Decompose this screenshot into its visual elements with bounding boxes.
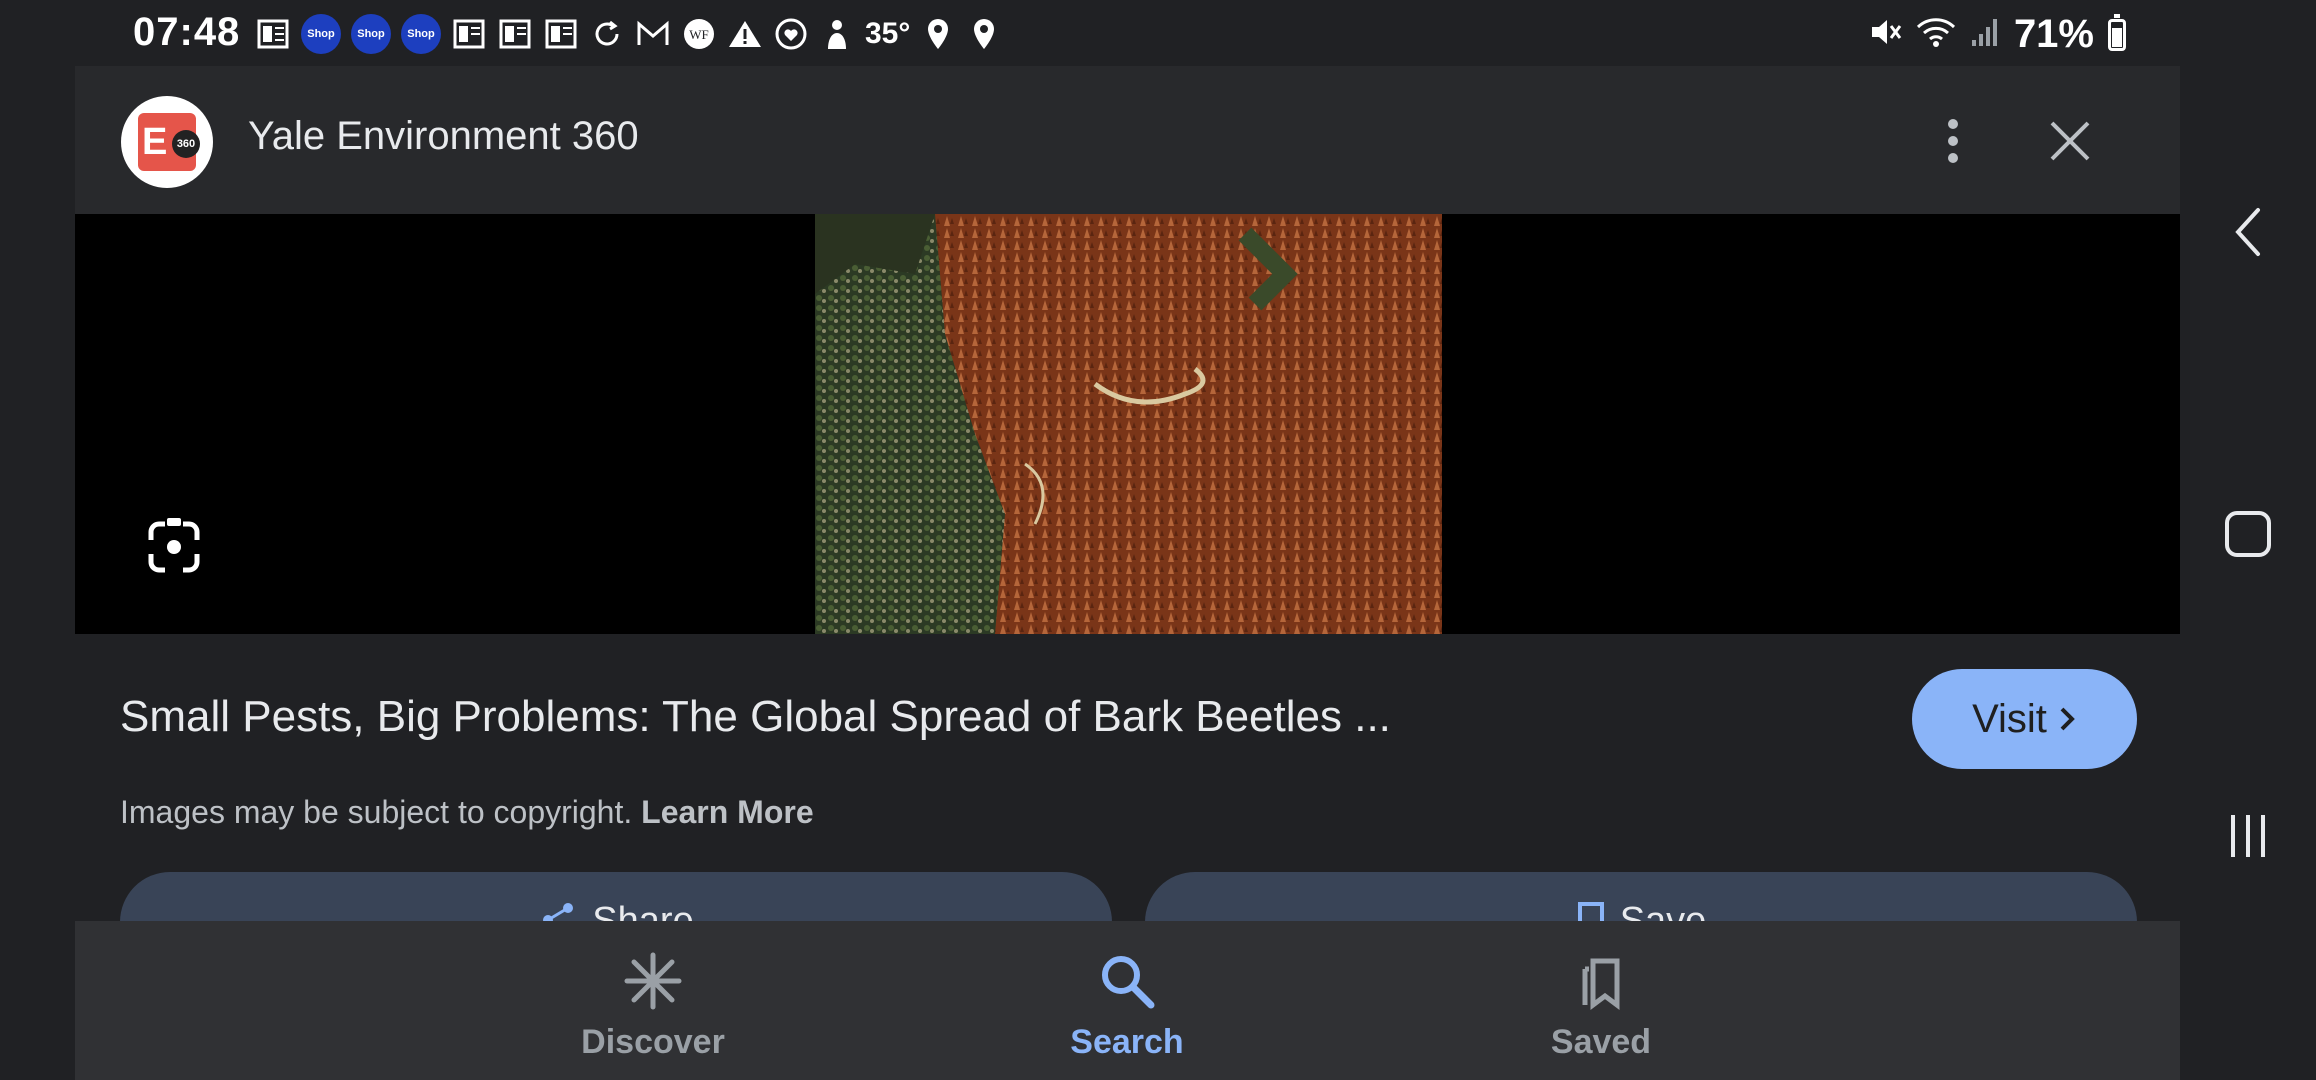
system-navigation-bar xyxy=(2180,66,2316,1080)
shop-icon: Shop xyxy=(301,14,341,54)
close-button[interactable] xyxy=(2035,106,2105,176)
result-title[interactable]: Small Pests, Big Problems: The Global Sp… xyxy=(120,692,1391,742)
visit-button[interactable]: Visit xyxy=(1912,669,2137,769)
search-label: Search xyxy=(1070,1023,1184,1061)
wifi-icon xyxy=(1916,15,1956,54)
chevron-right-icon xyxy=(2060,707,2075,731)
recents-button[interactable] xyxy=(2180,786,2316,886)
discover-label: Discover xyxy=(581,1023,725,1061)
search-icon xyxy=(1097,951,1157,1011)
location-pin-icon xyxy=(920,16,956,52)
recents-icon xyxy=(2231,815,2265,857)
preview-header: E 360 Yale Environment 360 xyxy=(75,66,2180,214)
left-margin xyxy=(0,66,75,1080)
image-preview-sheet: E 360 Yale Environment 360 Small Pests, … xyxy=(75,66,2180,1080)
wf-icon: WF xyxy=(681,16,717,52)
nav-search[interactable]: Search xyxy=(1007,921,1247,1080)
home-button[interactable] xyxy=(2180,484,2316,584)
back-chevron-icon xyxy=(2235,208,2260,256)
battery-fill xyxy=(2112,28,2122,47)
visit-label: Visit xyxy=(1972,696,2047,741)
nav-saved[interactable]: Saved xyxy=(1481,921,1721,1080)
discover-asterisk-icon xyxy=(623,951,683,1011)
bottom-navigation: Discover Search Saved xyxy=(75,921,2180,1080)
saved-label: Saved xyxy=(1550,1023,1652,1061)
status-bar: 07:48 Shop Shop Shop WF 35° 71% xyxy=(0,0,2316,66)
mute-icon xyxy=(1868,15,1902,54)
image-viewer[interactable] xyxy=(75,214,2180,634)
temperature-text: 35° xyxy=(865,17,911,50)
lens-icon xyxy=(148,518,200,573)
home-square-icon xyxy=(2225,511,2271,557)
copyright-text: Images may be subject to copyright. xyxy=(120,794,633,830)
e360-logo-icon: E 360 xyxy=(138,113,200,171)
battery-icon xyxy=(2108,13,2126,51)
news-icon xyxy=(255,16,291,52)
site-logo: E 360 xyxy=(121,96,213,188)
news-icon xyxy=(451,16,487,52)
signal-icon xyxy=(1970,16,2000,53)
back-button[interactable] xyxy=(2180,182,2316,282)
news-icon xyxy=(543,16,579,52)
saved-bookmarks-icon xyxy=(1571,951,1631,1011)
notification-icons: Shop Shop Shop WF 35° xyxy=(255,14,1002,54)
heart-circle-icon xyxy=(773,16,809,52)
status-time: 07:48 xyxy=(133,10,241,54)
google-lens-button[interactable] xyxy=(139,512,209,582)
logo-number: 360 xyxy=(172,130,200,158)
location-pin-icon xyxy=(966,16,1002,52)
more-options-button[interactable] xyxy=(1923,106,1983,176)
learn-more-link[interactable]: Learn More xyxy=(641,794,813,830)
system-status: 71% xyxy=(1868,12,2126,57)
warning-icon xyxy=(727,16,763,52)
sync-icon xyxy=(589,16,625,52)
news-icon xyxy=(497,16,533,52)
site-name: Yale Environment 360 xyxy=(248,114,639,158)
copyright-notice: Images may be subject to copyright. Lear… xyxy=(120,794,814,831)
logo-letter: E xyxy=(142,120,168,163)
svg-text:WF: WF xyxy=(689,27,709,42)
gmail-icon xyxy=(635,16,671,52)
shop-icon: Shop xyxy=(351,14,391,54)
more-vert-icon xyxy=(1948,119,1958,163)
forest-photo[interactable] xyxy=(815,214,1442,634)
shop-icon: Shop xyxy=(401,14,441,54)
weather-icon xyxy=(819,16,855,52)
close-icon xyxy=(2050,121,2090,161)
battery-percent: 71% xyxy=(2013,12,2094,56)
nav-discover[interactable]: Discover xyxy=(533,921,773,1080)
